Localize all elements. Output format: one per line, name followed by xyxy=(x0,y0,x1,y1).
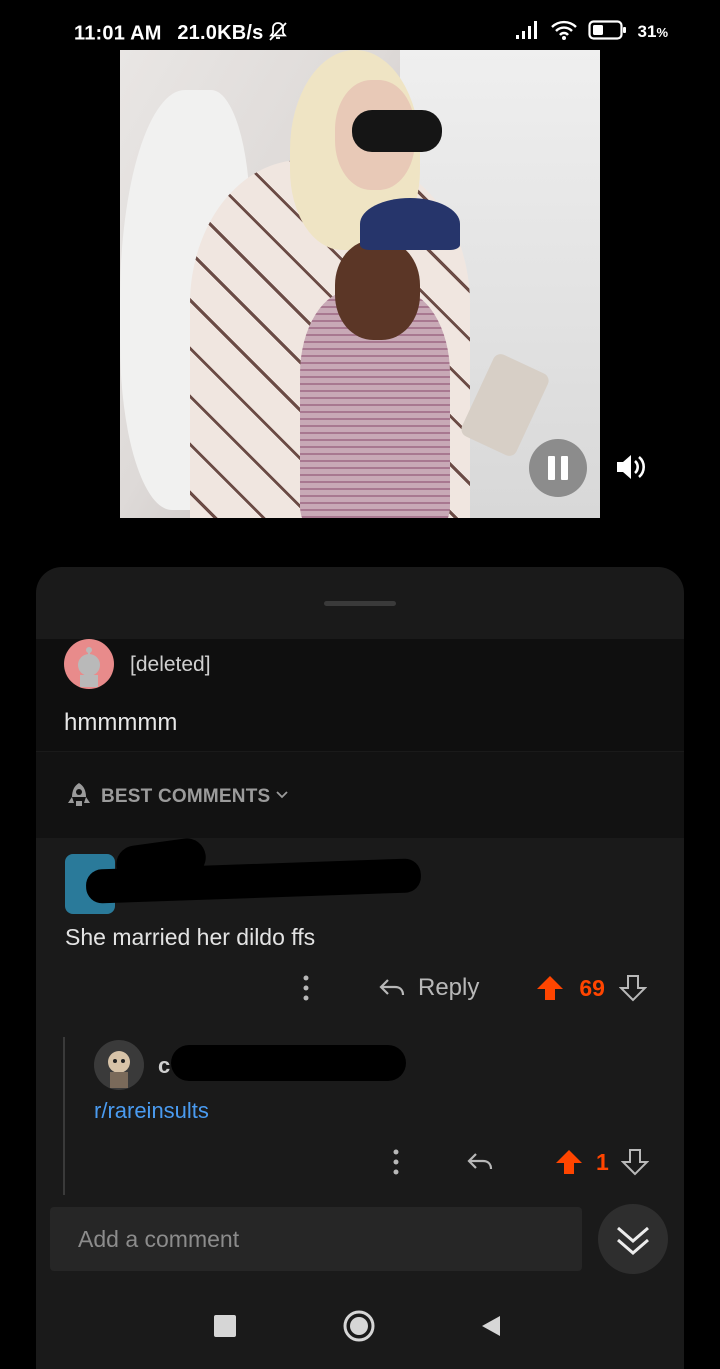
battery-icon xyxy=(587,19,628,46)
volume-icon xyxy=(617,455,645,479)
double-chevron-down-icon xyxy=(617,1226,649,1255)
pause-icon xyxy=(548,456,555,480)
comment-actions: Reply 69 xyxy=(296,958,647,1018)
avatar[interactable] xyxy=(94,1040,144,1090)
video-frame-figure xyxy=(352,110,442,152)
downvote-button[interactable] xyxy=(620,1148,649,1176)
bell-muted-icon xyxy=(267,20,289,48)
home-circle-icon xyxy=(343,1310,375,1342)
rocket-icon xyxy=(68,783,90,806)
upvote-button[interactable] xyxy=(554,1148,584,1176)
comments-sheet: [deleted] hmmmmm BEST COMMENTS She marri… xyxy=(36,567,684,1369)
wifi-icon xyxy=(550,19,578,46)
volume-button[interactable] xyxy=(614,452,648,482)
reply-label: Reply xyxy=(418,974,480,1001)
subreddit-link[interactable]: r/rareinsults xyxy=(94,1098,209,1124)
upvote-arrow-icon xyxy=(556,1150,582,1174)
reply-icon xyxy=(379,979,405,996)
post-body: hmmmmm xyxy=(64,709,178,736)
snoo-avatar-icon xyxy=(108,1051,130,1088)
signal-icon xyxy=(514,20,540,45)
network-speed: 21.0KB/s xyxy=(177,22,264,45)
status-right: 31% xyxy=(514,19,668,46)
more-vertical-icon xyxy=(303,975,309,1001)
redacted-username-scribble xyxy=(171,1045,406,1081)
thread-line[interactable] xyxy=(63,1037,65,1195)
more-options-button[interactable] xyxy=(296,968,316,1008)
more-options-button[interactable] xyxy=(386,1142,406,1182)
vote-score: 1 xyxy=(596,1148,609,1175)
reply-button[interactable] xyxy=(466,1150,494,1174)
comment-composer[interactable] xyxy=(50,1207,582,1271)
avatar[interactable] xyxy=(64,639,114,689)
upvote-arrow-icon xyxy=(537,976,564,1000)
downvote-arrow-icon xyxy=(620,1149,649,1176)
system-nav-bar xyxy=(0,1295,720,1369)
pause-icon xyxy=(561,456,568,480)
status-left: 11:01 AM 21.0KB/s xyxy=(74,20,289,48)
add-comment-input[interactable] xyxy=(50,1207,582,1271)
reply-button[interactable]: Reply xyxy=(378,974,479,1002)
post-header: [deleted] hmmmmm xyxy=(36,639,684,751)
downvote-button[interactable] xyxy=(618,974,647,1002)
snoo-avatar-icon xyxy=(78,647,100,687)
comment-body: She married her dildo ffs xyxy=(65,924,316,950)
video-player[interactable] xyxy=(120,50,600,518)
home-button[interactable] xyxy=(343,1310,375,1342)
sort-label: BEST COMMENTS xyxy=(101,786,271,807)
back-button[interactable] xyxy=(480,1314,502,1338)
more-vertical-icon xyxy=(393,1149,399,1175)
chevron-down-icon xyxy=(276,791,288,799)
comment-author[interactable]: c xyxy=(158,1053,170,1079)
comment-actions: 1 xyxy=(386,1132,649,1192)
reply-icon xyxy=(467,1153,493,1170)
video-frame-figure xyxy=(360,198,460,250)
vote-score: 69 xyxy=(579,974,605,1001)
pause-button[interactable] xyxy=(529,439,587,497)
next-comment-button[interactable] xyxy=(598,1204,668,1274)
upvote-button[interactable] xyxy=(535,974,565,1002)
post-author[interactable]: [deleted] xyxy=(130,653,211,677)
battery-percent: 31% xyxy=(637,22,668,41)
comment-sort[interactable]: BEST COMMENTS xyxy=(36,752,684,838)
recents-button[interactable] xyxy=(214,1315,236,1337)
clock: 11:01 AM xyxy=(74,22,162,45)
back-triangle-icon xyxy=(482,1316,500,1336)
video-frame-figure xyxy=(335,240,420,340)
downvote-arrow-icon xyxy=(618,975,647,1002)
drag-handle[interactable] xyxy=(324,601,396,606)
